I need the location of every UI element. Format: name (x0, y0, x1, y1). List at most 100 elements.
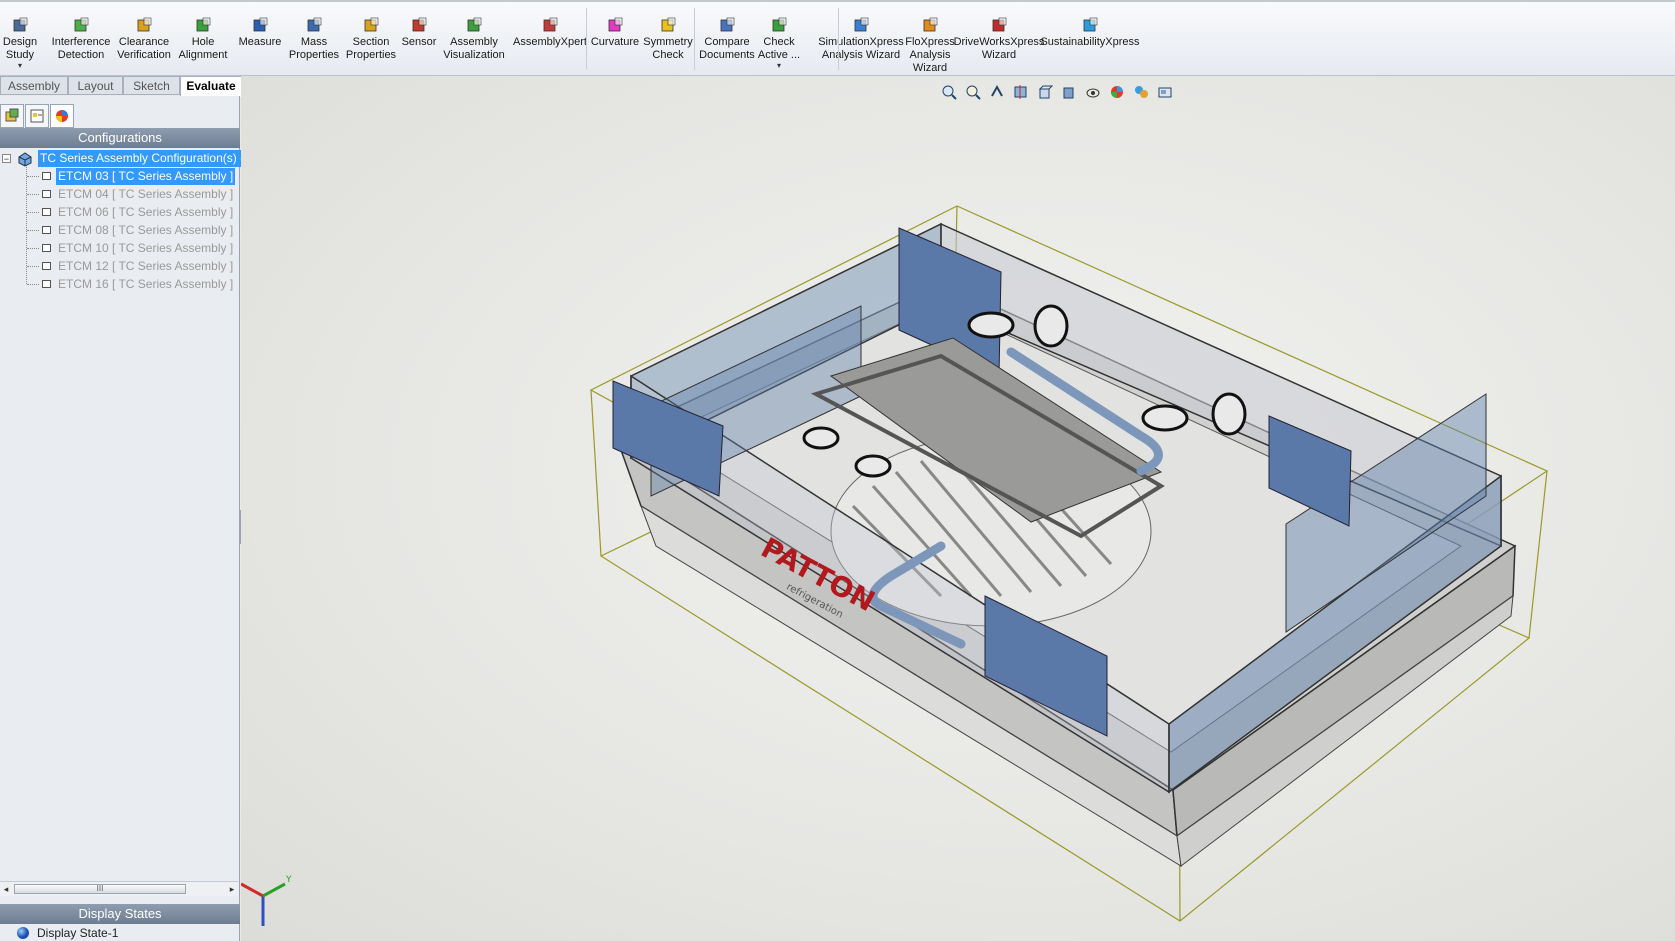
compare-icon (718, 16, 736, 34)
display-manager-icon (56, 110, 68, 122)
ribbon-button-label: Interference Detection (51, 36, 111, 61)
ribbon-button-label: Measure (238, 36, 282, 48)
orientation-triad: X Y (241, 875, 292, 926)
symmetry-check-button[interactable]: Symmetry Check (640, 6, 696, 76)
configuration-item-label: ETCM 03 [ TC Series Assembly ] (56, 168, 236, 185)
configuration-item[interactable]: ETCM 03 [ TC Series Assembly ] (0, 168, 240, 185)
sensor-button[interactable]: Sensor (400, 6, 438, 76)
scale-icon (305, 16, 323, 34)
ribbon-button-label: Sensor (401, 36, 437, 48)
graphics-viewport[interactable]: PATTON refrigeration X Y (241, 76, 1675, 941)
ribbon-button-label: Clearance Verification (117, 36, 171, 61)
dropdown-caret-icon[interactable]: ▾ (18, 62, 22, 70)
edit-appearance-icon[interactable] (1108, 83, 1126, 101)
driveworksxpress-button[interactable]: DriveWorksXpress Wizard (954, 6, 1044, 76)
triad-y-label: Y (285, 875, 292, 885)
configuration-item[interactable]: ETCM 06 [ TC Series Assembly ] (0, 204, 240, 221)
configuration-icon (42, 172, 51, 180)
sustainability-icon (1081, 16, 1099, 34)
interference-detection-button[interactable]: Interference Detection (48, 6, 114, 76)
hide-show-items-icon[interactable] (1084, 83, 1102, 101)
symmetry-icon (659, 16, 677, 34)
assemblyxpert-icon (541, 16, 559, 34)
configuration-item[interactable]: ETCM 16 [ TC Series Assembly ] (0, 276, 240, 293)
display-style-icon[interactable] (1060, 83, 1078, 101)
flow-icon (921, 16, 939, 34)
panel-horizontal-scrollbar[interactable]: ◂ III ▸ (0, 881, 238, 896)
configuration-item-label: ETCM 04 [ TC Series Assembly ] (58, 187, 234, 201)
display-state-sphere-icon (17, 927, 29, 939)
configuration-item-label: ETCM 16 [ TC Series Assembly ] (58, 277, 234, 291)
collapse-toggle-icon[interactable]: − (2, 154, 11, 164)
section-view-icon[interactable] (1012, 83, 1030, 101)
tab-sketch[interactable]: Sketch (123, 76, 180, 95)
tree-branch-line (27, 248, 39, 249)
hole-alignment-icon (194, 16, 212, 34)
simulation-icon (852, 16, 870, 34)
tree-root[interactable]: − TC Series Assembly Configuration(s) ( (0, 150, 247, 167)
simulationxpress-button[interactable]: SimulationXpress Analysis Wizard (818, 6, 904, 76)
display-state-item[interactable]: Display State-1 (0, 925, 240, 941)
measure-button[interactable]: Measure (234, 6, 286, 76)
tree-branch-line (27, 194, 39, 195)
tab-layout[interactable]: Layout (68, 76, 123, 95)
property-manager-tab[interactable] (25, 104, 49, 128)
curvature-button[interactable]: Curvature (590, 6, 640, 76)
configuration-item[interactable]: ETCM 10 [ TC Series Assembly ] (0, 240, 240, 257)
apply-scene-icon[interactable] (1132, 83, 1150, 101)
compare-documents-button[interactable]: Compare Documents (698, 6, 756, 76)
ribbon-button-label: SustainabilityXpress (1040, 36, 1140, 48)
check-active-button[interactable]: Check Active ... ▾ (756, 6, 802, 76)
ribbon-separator (838, 8, 839, 70)
configuration-item[interactable]: ETCM 04 [ TC Series Assembly ] (0, 186, 240, 203)
view-orientation-icon[interactable] (1036, 83, 1054, 101)
driveworks-icon (990, 16, 1008, 34)
assembly-visualization-button[interactable]: Assembly Visualization (438, 6, 510, 76)
design-study-icon (11, 16, 29, 34)
sensor-icon (410, 16, 428, 34)
previous-view-icon[interactable] (988, 83, 1006, 101)
property-icon (30, 109, 44, 123)
ribbon-button-label: Hole Alignment (178, 36, 228, 61)
configuration-item[interactable]: ETCM 12 [ TC Series Assembly ] (0, 258, 240, 275)
section-properties-button[interactable]: Section Properties (342, 6, 400, 76)
display-state-label: Display State-1 (37, 926, 119, 940)
dropdown-caret-icon[interactable]: ▾ (777, 62, 781, 70)
assembly-config-icon (18, 152, 32, 167)
zoom-to-area-icon[interactable] (964, 83, 982, 101)
feature-manager-tab[interactable] (0, 104, 24, 128)
configuration-icon (42, 262, 51, 270)
command-manager-ribbon: Design Study ▾ Interference Detection Clear… (0, 0, 1675, 76)
scroll-thumb[interactable]: III (14, 884, 186, 894)
heads-up-view-toolbar (940, 82, 1174, 102)
ribbon-button-label: Section Properties (345, 36, 397, 61)
configuration-manager-tab[interactable] (50, 104, 74, 128)
configuration-icon (42, 244, 51, 252)
tree-branch-line (27, 176, 39, 177)
measure-icon (251, 16, 269, 34)
tree-branch-line (27, 212, 39, 213)
configuration-item[interactable]: ETCM 08 [ TC Series Assembly ] (0, 222, 240, 239)
tree-root-label: TC Series Assembly Configuration(s) ( (38, 150, 247, 167)
ribbon-separator (694, 8, 695, 70)
mass-properties-button[interactable]: Mass Properties (286, 6, 342, 76)
ribbon-button-label: Assembly Visualization (443, 36, 505, 61)
hole-alignment-button[interactable]: Hole Alignment (174, 6, 232, 76)
ribbon-button-label: Check Active ... (757, 36, 801, 61)
scroll-right-arrow-icon[interactable]: ▸ (226, 882, 238, 896)
zoom-to-fit-icon[interactable] (940, 83, 958, 101)
panel-tab-strip (0, 104, 240, 128)
display-states-header: Display States (0, 904, 240, 924)
sustainabilityxpress-button[interactable]: SustainabilityXpress (1040, 6, 1140, 76)
scroll-left-arrow-icon[interactable]: ◂ (0, 882, 12, 896)
tab-assembly[interactable]: Assembly (0, 76, 68, 95)
floxpress-button[interactable]: FloXpress Analysis Wizard (902, 6, 958, 76)
clearance-verification-button[interactable]: Clearance Verification (114, 6, 174, 76)
tree-branch-line (27, 230, 39, 231)
tab-evaluate[interactable]: Evaluate (180, 76, 242, 97)
view-settings-icon[interactable] (1156, 83, 1174, 101)
curvature-icon (606, 16, 624, 34)
ribbon-button-label: SimulationXpress Analysis Wizard (818, 36, 904, 61)
assemblyxpert-button[interactable]: AssemblyXpert (510, 6, 590, 76)
design-study-button[interactable]: Design Study ▾ (0, 6, 40, 76)
